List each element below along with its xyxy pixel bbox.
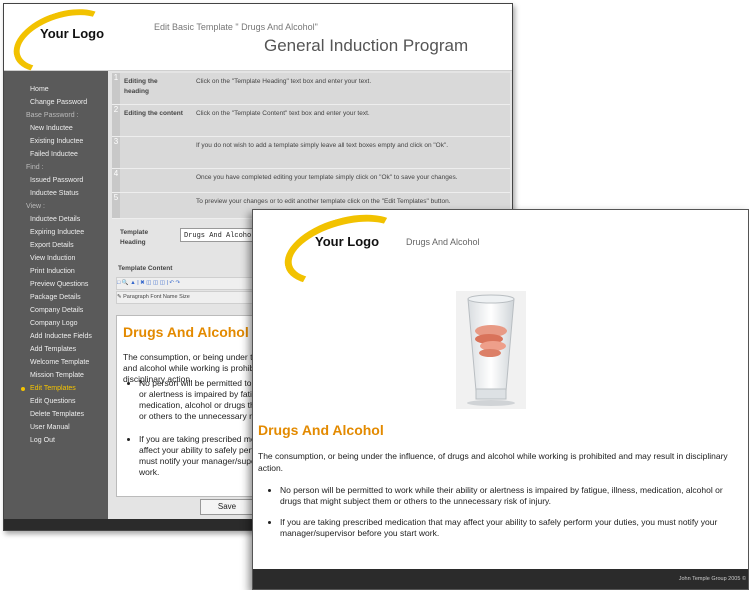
step-text: Click on the "Template Content" text box… (196, 110, 370, 117)
page-subtitle: Edit Basic Template " Drugs And Alcohol" (154, 22, 318, 32)
sidebar-item[interactable]: Mission Template (30, 372, 84, 379)
step-number: 4 (112, 169, 120, 192)
instruction-row: 2 Editing the content Click on the "Templa… (112, 105, 510, 137)
sidebar-item[interactable]: Edit Templates (30, 385, 76, 392)
instruction-row: 3 If you do not wish to add a template si… (112, 137, 510, 169)
header-bar: Your Logo Edit Basic Template " Drugs An… (4, 4, 512, 85)
step-number: 3 (112, 137, 120, 168)
sidebar-item[interactable]: Failed Inductee (30, 151, 78, 158)
sidebar-item[interactable]: New Inductee (30, 125, 73, 132)
sidebar-item[interactable]: Package Details (30, 294, 81, 301)
sidebar-item[interactable]: Welcome Template (30, 359, 89, 366)
step-number: 1 (112, 73, 120, 104)
editor-toolbar-format[interactable]: ✎ Paragraph Font Name Size (116, 291, 258, 304)
sidebar-item[interactable]: Add Templates (30, 346, 76, 353)
template-heading-label: Template Heading (120, 229, 149, 246)
sidebar-item[interactable]: Edit Questions (30, 398, 76, 405)
logo-swoosh (276, 210, 414, 298)
step-number: 5 (112, 193, 120, 218)
editor-bullet: If you are taking prescribed medication … (139, 434, 261, 478)
company-logo[interactable]: Your Logo (40, 26, 104, 41)
toolbar-format-labels[interactable]: Paragraph Font Name Size (123, 294, 190, 300)
content-heading: Drugs And Alcohol (258, 422, 384, 438)
step-label: Editing the heading (124, 78, 158, 95)
toolbar-icons-icon[interactable]: □ 🔍 ▲ | ✖ ◫ ◫ ◫ | ↶ ↷ (117, 280, 180, 286)
glass-image-icon (467, 294, 515, 406)
editor-heading: Drugs And Alcohol (123, 324, 249, 340)
sidebar-item[interactable]: User Manual (30, 424, 70, 431)
footer-text: John Temple Group 2005 © (678, 576, 746, 582)
instruction-row: 1 Editing the heading Click on the "Templa… (112, 73, 510, 105)
sidebar-item[interactable]: Change Password (30, 99, 87, 106)
sidebar-item[interactable]: Inductee Details (30, 216, 80, 223)
content-bullets: No person will be permitted to work whil… (258, 485, 740, 549)
step-text: Click on the "Template Heading" text box… (196, 78, 372, 85)
sidebar-item[interactable]: Print Induction (30, 268, 75, 275)
step-label: Editing the content (124, 110, 183, 117)
editor-bullet: No person will be permitted to work whil… (139, 378, 261, 422)
step-text: To preview your changes or to edit anoth… (196, 198, 451, 205)
content-paragraph: The consumption, or being under the infl… (258, 451, 728, 473)
sidebar-item[interactable]: Company Details (30, 307, 83, 314)
sidebar-group-label: Base Password : (26, 112, 79, 119)
sidebar-item[interactable]: Company Logo (30, 320, 77, 327)
save-button[interactable]: Save (200, 499, 254, 515)
template-content-editor[interactable]: Drugs And Alcohol The consumption, or be… (116, 315, 262, 497)
sidebar-item[interactable]: Inductee Status (30, 190, 79, 197)
instruction-row: 4 Once you have completed editing your te… (112, 169, 510, 193)
content-bullet: If you are taking prescribed medication … (280, 517, 740, 539)
company-logo[interactable]: Your Logo (315, 234, 379, 249)
sidebar-group-label: Find : (26, 164, 44, 171)
preview-window: Your Logo Drugs And Alcohol Drugs And Al… (252, 209, 749, 590)
sidebar-group-label: View : (26, 203, 45, 210)
sidebar-item[interactable]: Issued Password (30, 177, 83, 184)
sidebar-item[interactable]: Home (30, 86, 49, 93)
sidebar-item[interactable]: Add Inductee Fields (30, 333, 92, 340)
sidebar-item[interactable]: Preview Questions (30, 281, 88, 288)
sidebar-item[interactable]: Existing Inductee (30, 138, 83, 145)
sidebar-item[interactable]: Expiring Inductee (30, 229, 84, 236)
step-text: Once you have completed editing your tem… (196, 174, 458, 181)
active-bullet-icon (21, 387, 25, 391)
content-bullet: No person will be permitted to work whil… (280, 485, 740, 507)
footer-bar: John Temple Group 2005 © (253, 569, 748, 589)
editor-bullets: No person will be permitted to work whil… (121, 378, 261, 490)
format-icon[interactable]: ✎ (117, 294, 122, 300)
page-title: General Induction Program (264, 36, 469, 55)
template-content-label: Template Content (118, 265, 173, 272)
sidebar-item[interactable]: Export Details (30, 242, 74, 249)
editor-toolbar-icons[interactable]: □ 🔍 ▲ | ✖ ◫ ◫ ◫ | ↶ ↷ (116, 277, 258, 290)
step-text: If you do not wish to add a template sim… (196, 142, 449, 149)
sidebar: Home Change Password Base Password : New In… (4, 71, 108, 530)
step-number: 2 (112, 105, 120, 136)
sidebar-item[interactable]: Log Out (30, 437, 55, 444)
header-title: Drugs And Alcohol (406, 237, 480, 247)
glass-image (456, 291, 526, 409)
sidebar-item[interactable]: View Induction (30, 255, 75, 262)
sidebar-item[interactable]: Delete Templates (30, 411, 84, 418)
